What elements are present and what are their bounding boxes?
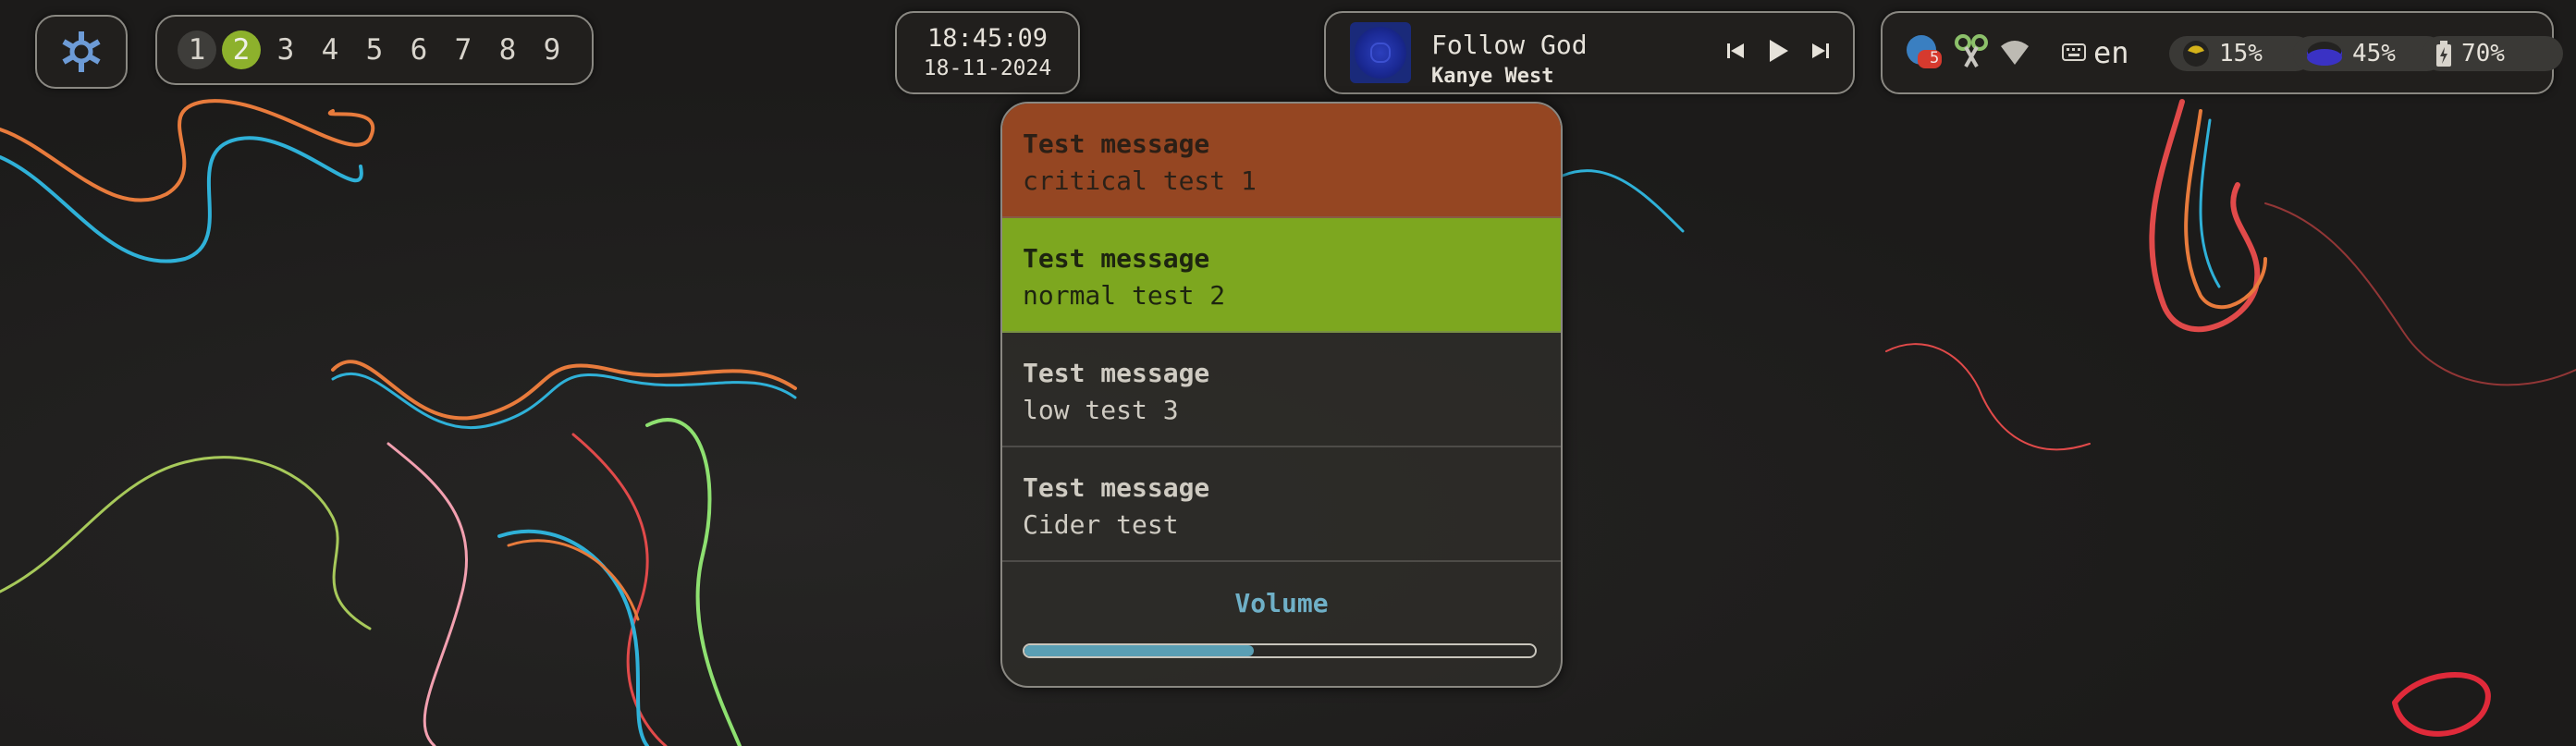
workspace-3[interactable]: 3 <box>266 31 305 69</box>
media-player: Follow God Kanye West <box>1324 11 1855 94</box>
workspace-6[interactable]: 6 <box>399 31 438 69</box>
workspace-7[interactable]: 7 <box>444 31 483 69</box>
workspace-switcher: 1 2 3 4 5 6 7 8 9 <box>155 15 594 85</box>
notification-body: normal test 2 <box>1023 280 1226 311</box>
memory-percent: 45% <box>2352 40 2396 67</box>
notification-normal[interactable]: Test message normal test 2 <box>1002 218 1561 333</box>
battery-icon <box>2436 41 2451 67</box>
clock-time: 18:45:09 <box>926 24 1049 53</box>
album-cover <box>1350 22 1411 83</box>
track-artist: Kanye West <box>1431 65 1554 88</box>
cpu-pie-icon <box>2183 41 2209 67</box>
notification-summary: Test message <box>1023 358 1210 388</box>
battery-percent: 70% <box>2461 40 2505 67</box>
battery-indicator[interactable]: 70% <box>2423 36 2563 71</box>
wifi-icon[interactable] <box>1999 37 2030 68</box>
notification-low[interactable]: Test message Cider test <box>1002 447 1561 562</box>
clock-date: 18-11-2024 <box>923 56 1052 80</box>
notification-body: critical test 1 <box>1023 165 1257 196</box>
launcher-button[interactable] <box>35 15 128 89</box>
volume-slider[interactable] <box>1023 643 1537 658</box>
notification-summary: Test message <box>1023 472 1210 503</box>
nixos-snowflake-icon <box>62 31 101 72</box>
notification-low[interactable]: Test message low test 3 <box>1002 333 1561 447</box>
notification-critical[interactable]: Test message critical test 1 <box>1002 104 1561 218</box>
play-icon[interactable] <box>1764 37 1792 65</box>
notification-center: Test message critical test 1 Test messag… <box>1000 102 1563 688</box>
system-tray: 5 en 15% 45% 70% <box>1881 11 2563 94</box>
keyboard-icon <box>2062 43 2086 61</box>
app-indicator-icon[interactable]: 5 <box>1905 33 1942 70</box>
cpu-percent: 15% <box>2219 40 2263 67</box>
volume-fill <box>1024 645 1255 656</box>
notification-body: low test 3 <box>1023 395 1179 425</box>
media-controls <box>1723 37 1833 65</box>
scissors-icon[interactable] <box>1953 33 1990 70</box>
memory-pie-icon <box>2307 42 2342 66</box>
workspace-8[interactable]: 8 <box>488 31 527 69</box>
workspace-9[interactable]: 9 <box>533 31 571 69</box>
workspace-1[interactable]: 1 <box>178 31 216 69</box>
previous-track-icon[interactable] <box>1723 39 1748 63</box>
notification-summary: Test message <box>1023 128 1210 159</box>
workspace-4[interactable]: 4 <box>311 31 350 69</box>
clock-widget[interactable]: 18:45:09 18-11-2024 <box>895 11 1080 94</box>
keyboard-layout-label[interactable]: en <box>2093 35 2129 70</box>
next-track-icon[interactable] <box>1809 39 1833 63</box>
track-title: Follow God <box>1431 30 1588 60</box>
cpu-indicator[interactable]: 15% <box>2169 36 2313 71</box>
notification-badge: 5 <box>1930 49 1940 67</box>
notification-summary: Test message <box>1023 243 1210 274</box>
workspace-5[interactable]: 5 <box>355 31 394 69</box>
volume-label: Volume <box>1234 588 1329 618</box>
workspace-2[interactable]: 2 <box>222 31 261 69</box>
notification-body: Cider test <box>1023 509 1179 540</box>
